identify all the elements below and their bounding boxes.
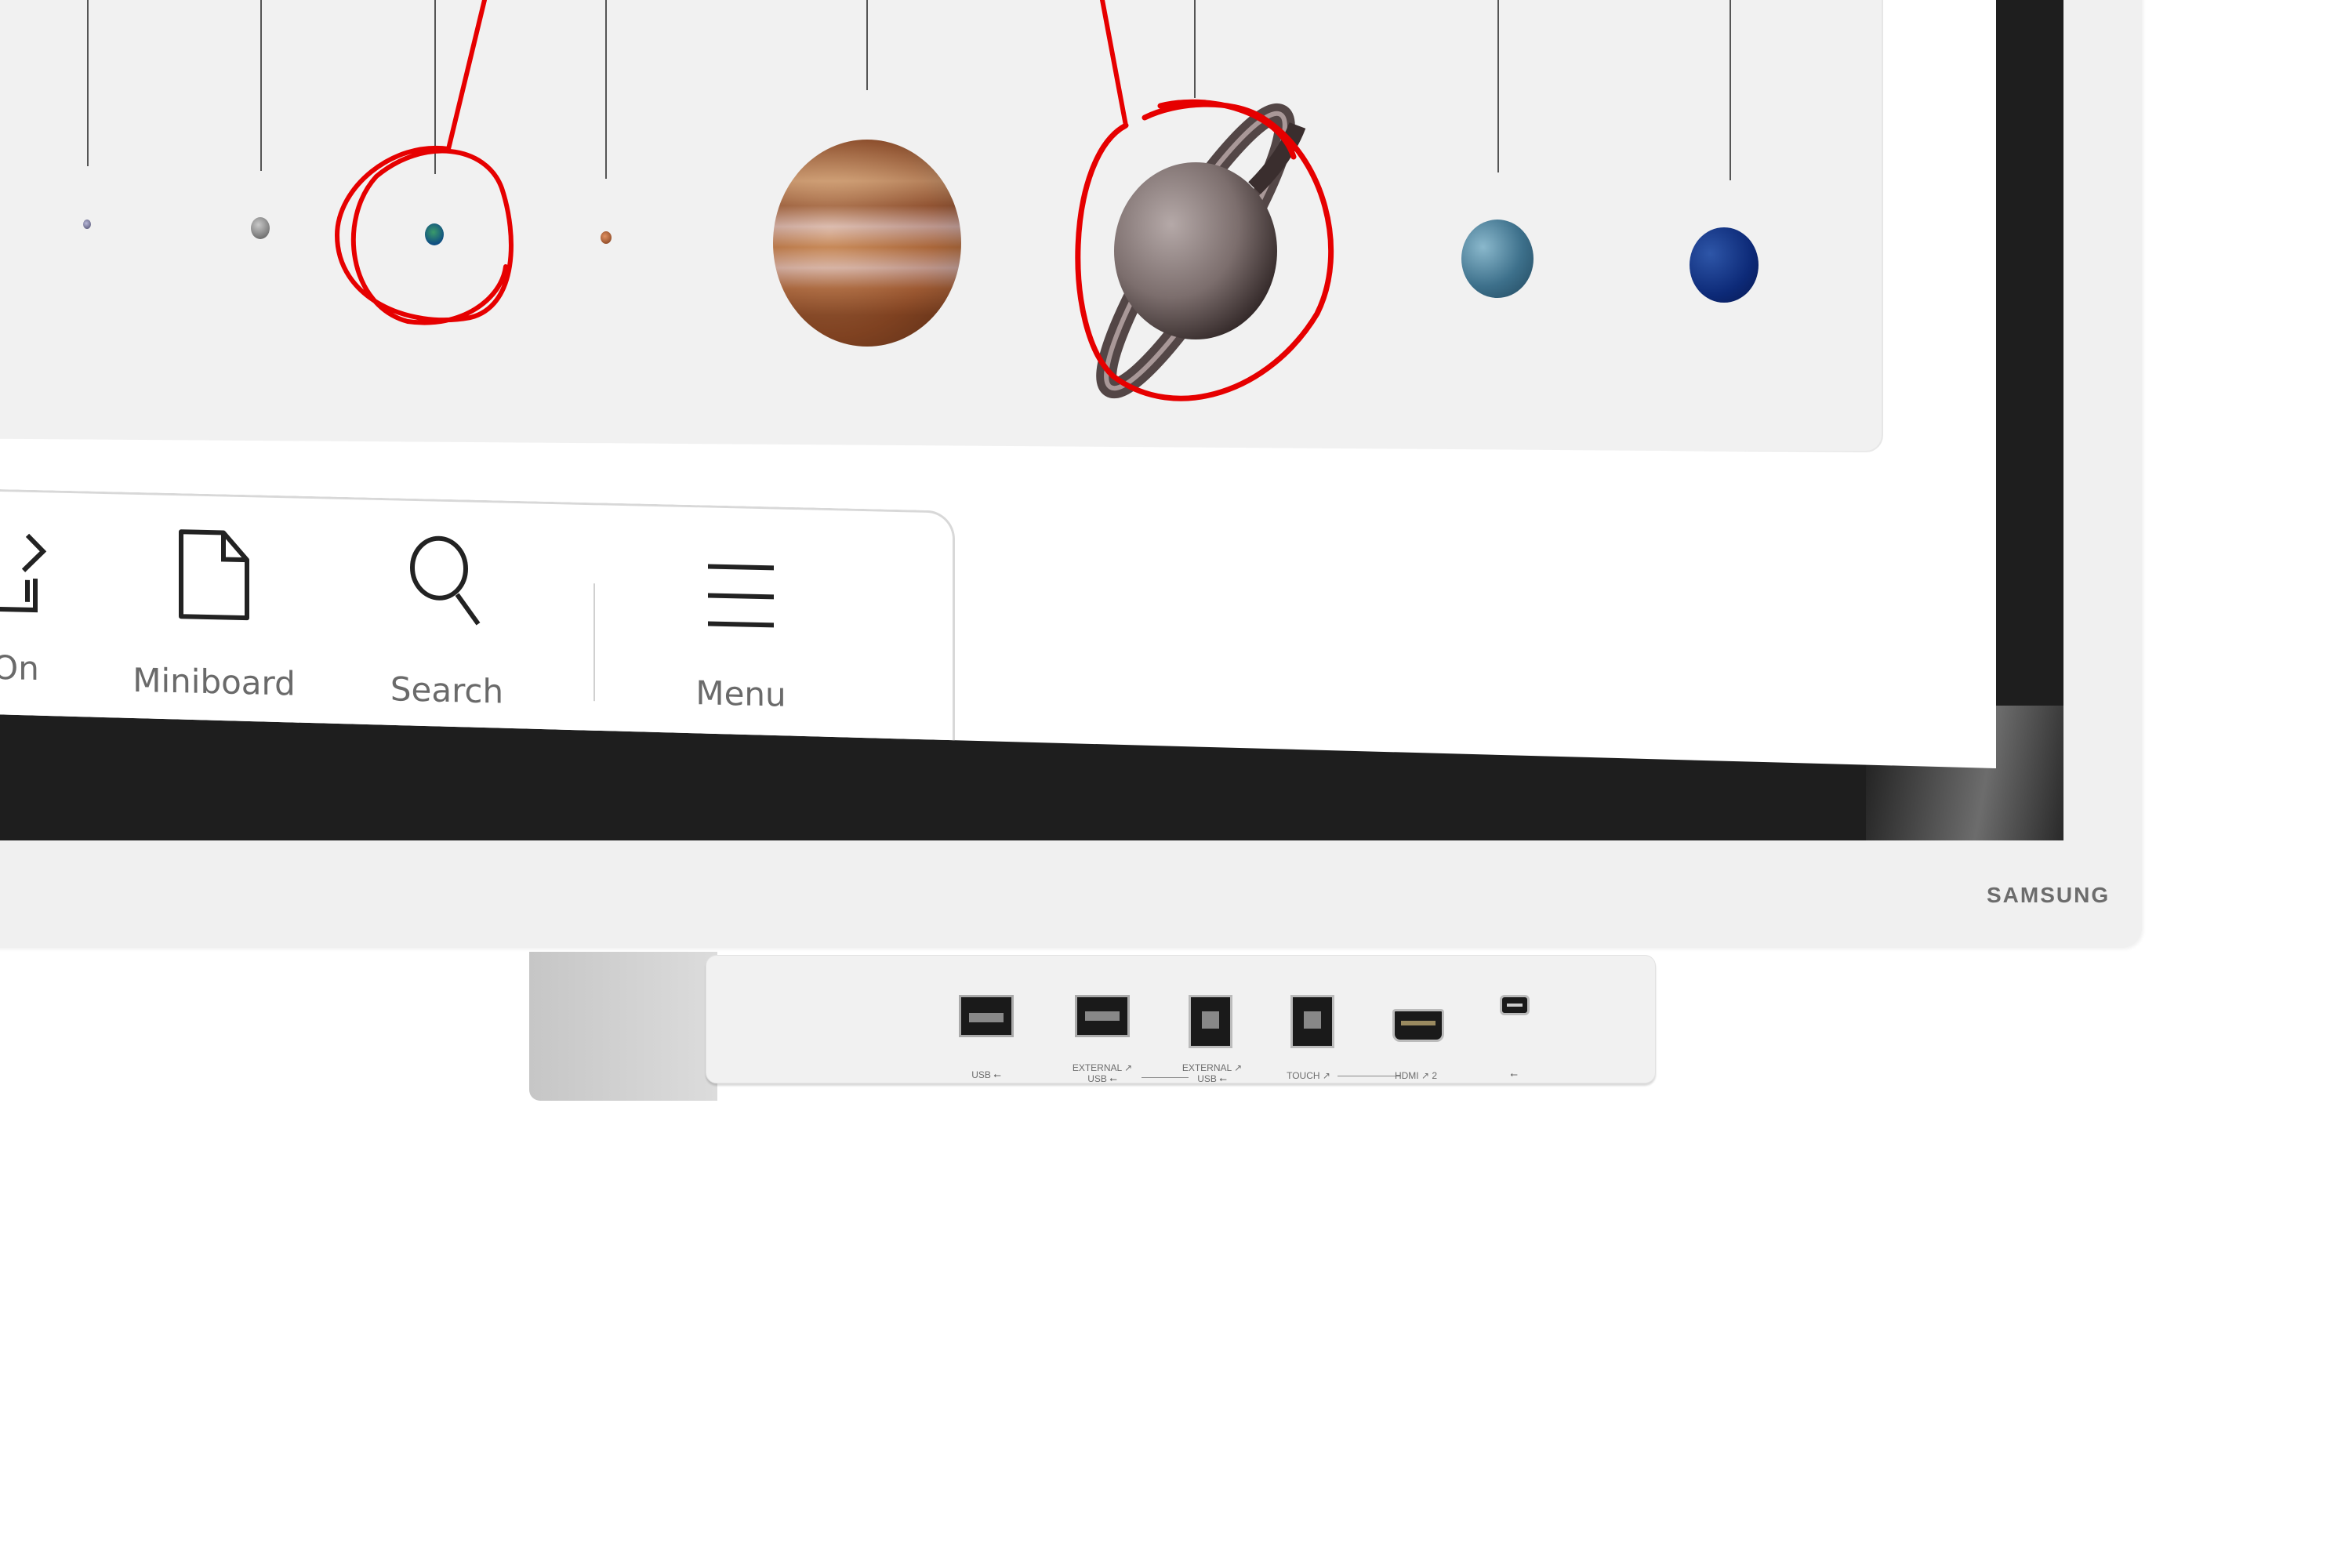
page-icon bbox=[179, 529, 249, 621]
toolbar-label: Menu bbox=[695, 673, 786, 714]
usb-c-port[interactable] bbox=[1500, 995, 1530, 1015]
port-label: EXTERNAL ↗ USB ⭠ bbox=[1181, 1062, 1243, 1084]
toolbar-item-screen-share[interactable]: On bbox=[0, 490, 118, 714]
screen: On Miniboard Search Menu bbox=[0, 0, 1996, 768]
annotation-circle-earth bbox=[334, 145, 514, 325]
connectivity-tray: USB ⭠ EXTERNAL ↗ USB ⭠ EXTERNAL ↗ USB ⭠ … bbox=[706, 955, 1656, 1084]
toolbar-item-menu[interactable]: Menu bbox=[639, 506, 843, 730]
toolbar-label: Search bbox=[390, 670, 504, 711]
toolbar-label: On bbox=[0, 648, 39, 688]
screen-share-icon bbox=[0, 533, 47, 613]
annotation-line-earth bbox=[446, 0, 487, 151]
toolbar-item-search[interactable]: Search bbox=[345, 499, 549, 724]
search-icon bbox=[410, 535, 481, 626]
toolbar-label: Miniboard bbox=[132, 660, 296, 703]
whiteboard-canvas[interactable] bbox=[0, 0, 1883, 452]
annotation-circle-saturn bbox=[1075, 99, 1334, 401]
usb-a-port[interactable] bbox=[1075, 995, 1130, 1037]
usb-b-port[interactable] bbox=[1189, 995, 1232, 1048]
port-label: TOUCH ↗ bbox=[1287, 1070, 1330, 1081]
pen-annotation-layer bbox=[334, 0, 1334, 401]
toolbar-divider bbox=[593, 583, 595, 702]
touch-usb-b-port[interactable] bbox=[1290, 995, 1334, 1048]
menu-icon bbox=[708, 564, 774, 628]
annotation-line-saturn bbox=[1100, 0, 1128, 128]
port-label: EXTERNAL ↗ USB ⭠ bbox=[1072, 1062, 1133, 1084]
tray-side bbox=[529, 952, 717, 1101]
port-label: USB ⭠ bbox=[971, 1069, 1001, 1080]
port-label: HDMI ↗ 2 bbox=[1394, 1070, 1438, 1081]
hdmi-port[interactable] bbox=[1392, 1009, 1444, 1042]
brand-logo: SAMSUNG bbox=[1987, 883, 2111, 907]
port-label: ⭠ bbox=[1510, 1069, 1518, 1080]
toolbar-item-miniboard[interactable]: Miniboard bbox=[112, 494, 316, 718]
usb-a-port[interactable] bbox=[959, 995, 1014, 1037]
